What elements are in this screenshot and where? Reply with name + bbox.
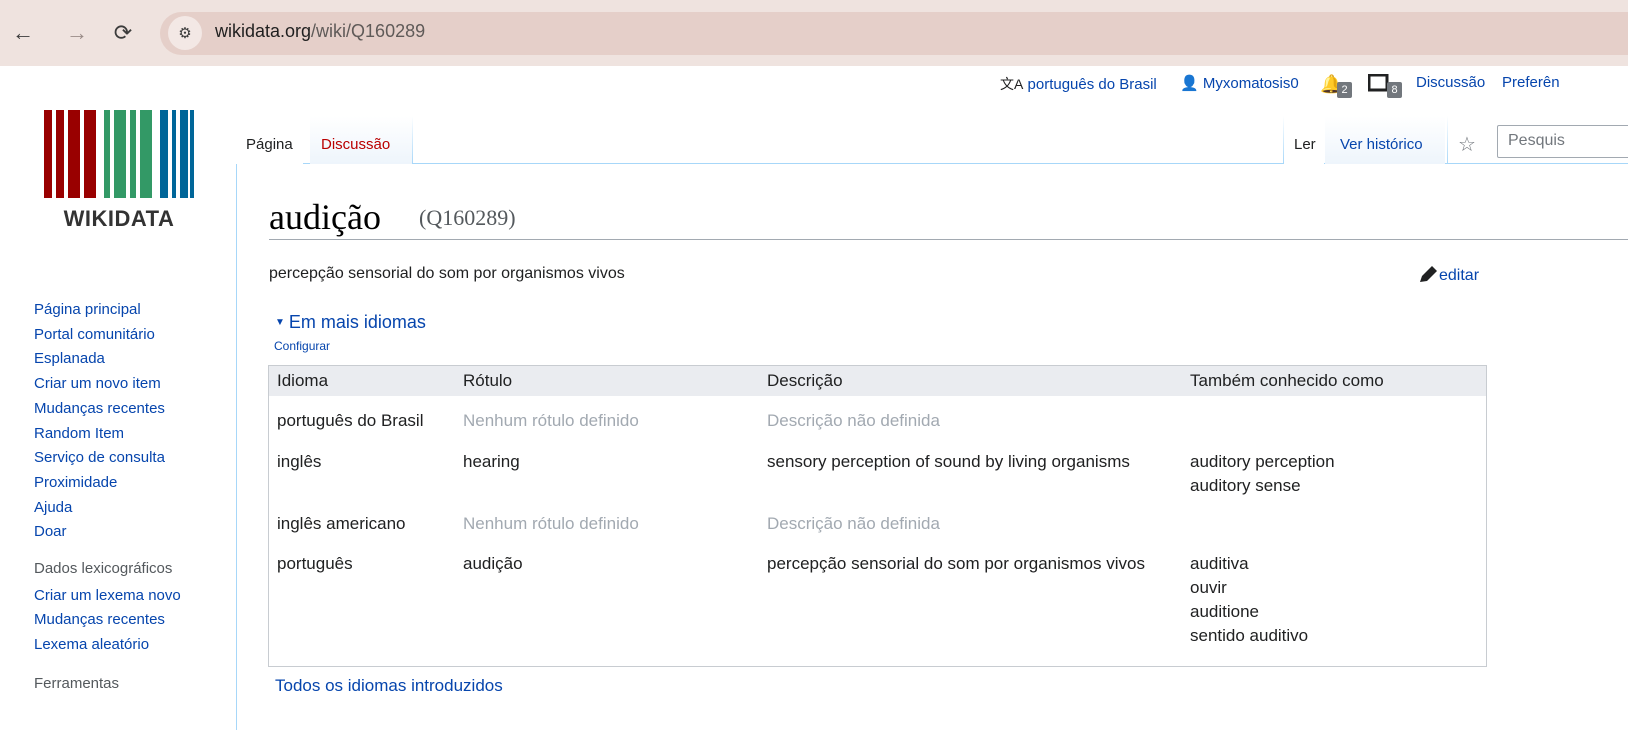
table-row-alias[interactable]: auditory sense: [1190, 474, 1301, 498]
preferences-link[interactable]: Preferên: [1502, 74, 1560, 91]
column-header-aliases: Também conhecido como: [1190, 371, 1384, 390]
sidebar-item-main-page[interactable]: Página principal: [34, 298, 224, 323]
tab-view-history[interactable]: Ver histórico: [1330, 116, 1433, 164]
table-row-description[interactable]: Descrição não definida: [767, 409, 940, 433]
table-row-language: português: [277, 554, 353, 573]
sidebar-heading-tools: Ferramentas: [34, 674, 120, 692]
table-row-description[interactable]: Descrição não definida: [767, 512, 940, 536]
table-row-description[interactable]: sensory perception of sound by living or…: [767, 450, 1130, 474]
sidebar-item-query-service[interactable]: Serviço de consulta: [34, 446, 224, 471]
sidebar-item-lexeme-recent-changes[interactable]: Mudanças recentes: [34, 608, 224, 633]
language-selector[interactable]: 文A português do Brasil: [1000, 74, 1157, 94]
user-icon: 👤: [1180, 75, 1199, 92]
sidebar-item-random-item[interactable]: Random Item: [34, 422, 224, 447]
user-talk-link[interactable]: Discussão: [1416, 74, 1485, 91]
notifications-count-badge: 2: [1337, 82, 1352, 98]
pencil-icon: [1420, 266, 1437, 282]
sidebar-item-recent-changes[interactable]: Mudanças recentes: [34, 397, 224, 422]
back-arrow-icon[interactable]: ←: [8, 18, 38, 48]
translate-icon: 文A: [1000, 76, 1024, 92]
item-id: (Q160289): [419, 205, 516, 230]
sidebar-item-create-item[interactable]: Criar um novo item: [34, 372, 224, 397]
tab-page[interactable]: Página: [236, 116, 303, 164]
languages-table: Idioma Rótulo Descrição Também conhecido…: [268, 365, 1487, 667]
table-row-label[interactable]: Nenhum rótulo definido: [463, 512, 639, 536]
tab-read[interactable]: Ler: [1284, 116, 1324, 164]
table-header: Idioma Rótulo Descrição Também conhecido…: [269, 366, 1486, 396]
table-row-description[interactable]: percepção sensorial do som por organismo…: [767, 552, 1167, 576]
item-description: percepção sensorial do som por organismo…: [269, 265, 625, 282]
table-row-label[interactable]: hearing: [463, 450, 520, 474]
table-row-alias[interactable]: ouvir: [1190, 576, 1227, 600]
tab-discussion[interactable]: Discussão: [311, 116, 400, 164]
sidebar-heading-lexemes: Dados lexicográficos: [34, 560, 173, 578]
site-settings-icon[interactable]: ⚙: [168, 16, 202, 50]
sidebar-item-create-lexeme[interactable]: Criar um lexema novo: [34, 584, 224, 609]
wikidata-logo[interactable]: WIKIDATA: [44, 110, 194, 250]
watch-star-icon[interactable]: ☆: [1448, 116, 1486, 164]
sidebar: Página principal Portal comunitário Espl…: [34, 298, 224, 699]
search-input[interactable]: Pesquis: [1497, 125, 1628, 158]
wikidata-wordmark: WIKIDATA: [63, 206, 175, 231]
configure-link[interactable]: Configurar: [274, 339, 330, 353]
user-page-link[interactable]: 👤 Myxomatosis0: [1180, 74, 1299, 92]
page-title: audição (Q160289): [269, 196, 1628, 240]
table-row-alias[interactable]: auditory perception: [1190, 450, 1335, 474]
more-languages-toggle[interactable]: ▼ Em mais idiomas: [275, 312, 426, 333]
sidebar-item-random-lexeme[interactable]: Lexema aleatório: [34, 633, 224, 658]
url-text[interactable]: wikidata.org/wiki/Q160289: [215, 21, 425, 42]
table-row-language: português do Brasil: [277, 411, 424, 430]
sidebar-item-help[interactable]: Ajuda: [34, 496, 224, 521]
sidebar-item-donate[interactable]: Doar: [34, 520, 224, 545]
table-row-label[interactable]: Nenhum rótulo definido: [463, 409, 639, 433]
item-label: audição: [269, 197, 381, 237]
tab-separator: [412, 116, 413, 164]
wikidata-barcode-icon: [44, 110, 194, 198]
sidebar-item-nearby[interactable]: Proximidade: [34, 471, 224, 496]
column-header-description: Descrição: [767, 371, 843, 390]
all-languages-link[interactable]: Todos os idiomas introduzidos: [275, 676, 503, 696]
main-content: audição (Q160289) percepção sensorial do…: [236, 164, 1628, 730]
sidebar-item-village-pump[interactable]: Esplanada: [34, 347, 224, 372]
sidebar-item-community-portal[interactable]: Portal comunitário: [34, 323, 224, 348]
messages-count-badge: 8: [1387, 82, 1402, 98]
table-row-label[interactable]: audição: [463, 552, 523, 576]
table-row-language: inglês americano: [277, 514, 406, 533]
column-header-language: Idioma: [277, 371, 329, 390]
edit-button[interactable]: editar: [1419, 265, 1479, 285]
forward-arrow-icon[interactable]: →: [62, 18, 92, 48]
table-row-alias[interactable]: auditiva: [1190, 552, 1249, 576]
table-row-language: inglês: [277, 452, 322, 471]
page-tabs: Página Discussão Ler Ver histórico ☆: [236, 116, 1628, 164]
column-header-label: Rótulo: [463, 371, 513, 390]
triangle-down-icon: ▼: [275, 317, 285, 328]
table-row-alias[interactable]: auditione: [1190, 600, 1259, 624]
table-row-alias[interactable]: sentido auditivo: [1190, 624, 1308, 648]
reload-icon[interactable]: ⟳: [108, 18, 138, 48]
browser-toolbar: ← → ⟳ ⚙ wikidata.org/wiki/Q160289: [0, 0, 1628, 66]
